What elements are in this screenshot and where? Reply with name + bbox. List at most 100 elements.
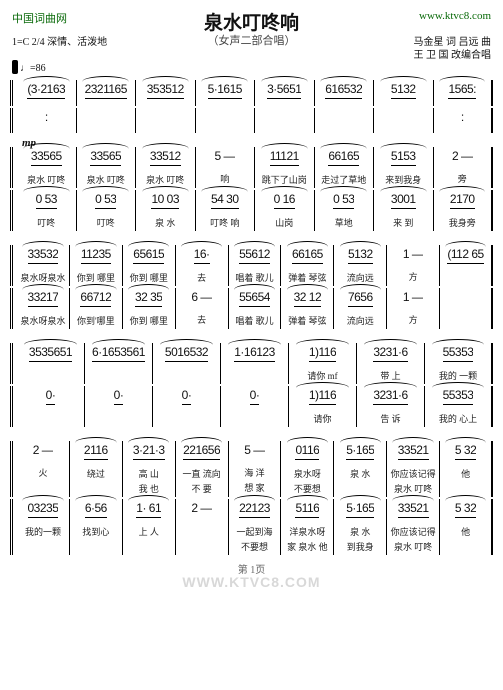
lyric: 你到 哪里 — [126, 314, 172, 327]
measure: 1·16123 — [221, 343, 289, 384]
staff-4-lower: 0·0·0·0·1)116请你3231·6告 诉55353我的 心上 — [10, 386, 493, 427]
notation: 2321165 — [85, 82, 127, 99]
lyric: 我的一颗 — [20, 525, 66, 538]
measure: 5·165泉 水到我身 — [334, 499, 387, 555]
lyric: 泉水呀泉水 — [20, 314, 66, 327]
notation: 221656 — [183, 443, 220, 460]
lyric-alt: 泉水 叮咚 — [390, 482, 436, 495]
system-5: 2 —火2116绕过3·21·3高 山我 也221656一直 流向不 要5 —海… — [10, 441, 493, 555]
measure: 616532 — [315, 80, 375, 106]
notation: 0116 — [295, 443, 319, 460]
lyric: 你到'哪里 — [73, 314, 119, 327]
lyric: 你到 哪里 — [126, 271, 172, 284]
measure: 5016532 — [153, 343, 221, 384]
notation: 5 32 — [455, 443, 476, 460]
lyric: 洋泉水呀 — [284, 525, 330, 538]
lyric: 去 — [179, 313, 225, 326]
measure: 2116绕过 — [70, 441, 123, 497]
measure: 0 53叮咚 — [17, 190, 77, 231]
measure: (112 65 — [440, 245, 493, 286]
notation: 33512 — [150, 149, 181, 166]
notation: 1)116 — [309, 388, 336, 405]
notation: : — [461, 110, 464, 126]
measure: 221656一直 流向不 要 — [176, 441, 229, 497]
lyric: 去 — [179, 271, 225, 284]
lyric: 来 到 — [377, 216, 430, 229]
measure: 2321165 — [77, 80, 137, 106]
notation: 0 53 — [95, 192, 116, 209]
measure: 0 53草地 — [315, 190, 375, 231]
notation: 55654 — [239, 290, 270, 307]
lyric: 流向远 — [337, 314, 383, 327]
notation: 1 — — [403, 247, 424, 263]
lyric: 海 洋 — [232, 466, 278, 479]
lyric: 草地 — [318, 216, 371, 229]
measure: 10 03泉 水 — [136, 190, 196, 231]
measure: 5116洋泉水呀家 泉水 他 — [281, 499, 334, 555]
lyric-alt: 家 泉水 他 — [284, 540, 330, 553]
measure: 2170我身旁 — [434, 190, 494, 231]
notation: 33532 — [28, 247, 59, 264]
lyric: 泉水 叮咚 — [139, 173, 192, 186]
notation: 55612 — [239, 247, 270, 264]
staff-1-upper: (3·216323211653535125·16153·565161653251… — [10, 80, 493, 106]
measure: 54 30叮咚 响 — [196, 190, 256, 231]
lyric: 一直 流向 — [179, 467, 225, 480]
lyric: 请你 — [292, 412, 353, 425]
measure: 22123一起到海不要想 — [229, 499, 282, 555]
lyric: 你到 哪里 — [73, 271, 119, 284]
lyric: 旁 — [437, 172, 489, 185]
lyric: 泉 水 — [337, 525, 383, 538]
notation: 6·56 — [85, 501, 107, 518]
notation: 66712 — [80, 290, 111, 307]
measure: 353512 — [136, 80, 196, 106]
lyric: 上 人 — [126, 525, 172, 538]
measure: 1 — 方 — [387, 288, 440, 329]
notation: 3535651 — [29, 345, 72, 362]
measure: 33532泉水呀泉水 — [17, 245, 70, 286]
measure: 33521你应该记得泉水 叮咚 — [387, 499, 440, 555]
notation: 1)116 — [309, 345, 336, 362]
lyric: 来到我身 — [377, 173, 430, 186]
notation: 55353 — [443, 388, 474, 405]
measure: 0· — [221, 386, 289, 427]
lyric-alt: 想 家 — [232, 481, 278, 494]
measure — [315, 108, 375, 133]
notation: (3·2163 — [27, 82, 65, 99]
notation: 66165 — [328, 149, 359, 166]
measure — [136, 108, 196, 133]
system-3: 33532泉水呀泉水11235你到 哪里65615你到 哪里16·去55612唱… — [10, 245, 493, 329]
notation: 33565 — [31, 149, 62, 166]
measure — [440, 288, 493, 329]
measure: 55353我的 心上 — [425, 386, 493, 427]
measure: 0 16山岗 — [255, 190, 315, 231]
measure: 33512 泉水 叮咚 — [136, 147, 196, 188]
notation: 0· — [46, 388, 56, 405]
measure: 1· 61上 人 — [123, 499, 176, 555]
lyric: 流向远 — [337, 271, 383, 284]
notation: 5·1615 — [208, 82, 242, 99]
lyric: 你应该记得 — [390, 525, 436, 538]
notation: 1 — — [403, 290, 424, 306]
notation: 54 30 — [211, 192, 239, 209]
notation: 16· — [194, 247, 210, 264]
staff-3-upper: 33532泉水呀泉水11235你到 哪里65615你到 哪里16·去55612唱… — [10, 245, 493, 286]
lyric: 他 — [443, 525, 488, 538]
notation: 1·16123 — [234, 345, 275, 362]
measure: (3·2163 — [17, 80, 77, 106]
notation: 32 12 — [294, 290, 322, 307]
watermark: WWW.KTVC8.COM — [10, 574, 493, 590]
lyric: 响 — [199, 172, 252, 185]
measure: 1 —方 — [387, 245, 440, 286]
measure: 66165弹着 琴弦 — [281, 245, 334, 286]
lyric: 泉 水 — [337, 467, 383, 480]
measure: 3231·6带 上 — [357, 343, 425, 384]
tempo-marking: ♩=86 — [12, 60, 46, 74]
measure: 32 35你到 哪里 — [123, 288, 176, 329]
notation: 2 — — [191, 501, 212, 517]
notation: 11121 — [270, 149, 299, 166]
lyric-alt: 不要想 — [232, 540, 278, 553]
notation: 353512 — [147, 82, 184, 99]
lyric: 方 — [390, 313, 436, 326]
staff-2-lower: 0 53叮咚0 53叮咚10 03泉 水54 30叮咚 响0 16山岗0 53草… — [10, 190, 493, 231]
